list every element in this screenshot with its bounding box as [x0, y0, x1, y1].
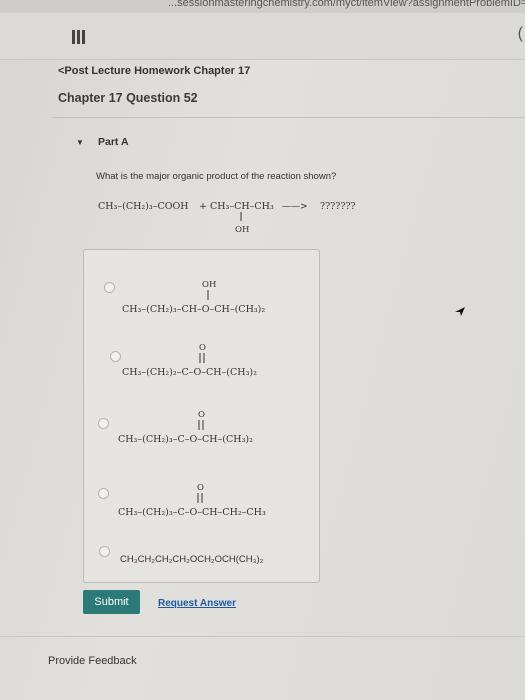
answer-choices-box: OH CH₃–(CH₂)₃–CH–O–CH–(CH₃)₂ O CH₃–(CH₂)… — [83, 249, 320, 583]
reactant-1: CH₃–(CH₂)₃–COOH — [98, 201, 189, 212]
header-right-glyph: ( — [517, 25, 523, 42]
divider — [52, 117, 525, 118]
provide-feedback-link[interactable]: Provide Feedback — [48, 655, 137, 667]
choice-5-radio[interactable] — [99, 546, 110, 557]
choice-2-structure[interactable]: O CH₃–(CH₂)₂–C–O–CH–(CH₃)₂ — [122, 341, 312, 385]
submit-button[interactable]: Submit — [83, 590, 140, 614]
reaction-equation: CH₃–(CH₂)₃–COOH + CH₃–CH–CH₃ OH ——> ????… — [98, 201, 356, 235]
choice-1-formula: CH₃–(CH₂)₃–CH–O–CH–(CH₃)₂ — [122, 304, 265, 315]
choice-4-structure[interactable]: O CH₃–(CH₂)₃–C–O–CH–CH₂–CH₃ — [118, 481, 314, 525]
divider — [0, 636, 525, 637]
choice-3-top-group: O — [198, 410, 205, 420]
choice-4-radio[interactable] — [98, 488, 109, 499]
choice-2-top-group: O — [199, 343, 206, 353]
hamburger-icon[interactable] — [72, 30, 86, 44]
question-text: What is the major organic product of the… — [96, 171, 337, 182]
part-label[interactable]: Part A — [98, 136, 129, 148]
choice-3-formula: CH₃–(CH₂)₃–C–O–CH–(CH₃)₂ — [118, 434, 253, 445]
reactant-2-substituent: OH — [235, 225, 249, 235]
request-answer-link[interactable]: Request Answer — [158, 598, 236, 609]
choice-1-radio[interactable] — [104, 282, 115, 293]
triangle-down-icon[interactable]: ▼ — [76, 138, 84, 147]
choice-1-top-group: OH — [202, 280, 216, 290]
choice-4-formula: CH₃–(CH₂)₃–C–O–CH–CH₂–CH₃ — [118, 507, 266, 518]
mouse-cursor-icon — [455, 307, 465, 316]
plus-sign: + — [199, 201, 207, 212]
choice-3-structure[interactable]: O CH₃–(CH₂)₃–C–O–CH–(CH₃)₂ — [118, 408, 308, 452]
browser-url-bar[interactable]: ...sessionmasteringchemistry.com/myct/it… — [0, 0, 525, 13]
choice-1-structure[interactable]: OH CH₃–(CH₂)₃–CH–O–CH–(CH₃)₂ — [122, 278, 312, 322]
choice-2-formula: CH₃–(CH₂)₂–C–O–CH–(CH₃)₂ — [122, 367, 257, 378]
choice-3-radio[interactable] — [98, 418, 109, 429]
screen: ...sessionmasteringchemistry.com/myct/it… — [0, 0, 525, 700]
back-to-assignment-link[interactable]: <Post Lecture Homework Chapter 17 — [58, 65, 250, 77]
unknown-product: ??????? — [320, 201, 356, 212]
choice-4-top-group: O — [197, 483, 204, 493]
app-header: ( — [0, 13, 525, 60]
url-text: ...sessionmasteringchemistry.com/myct/it… — [168, 0, 525, 9]
choice-5-formula: CH₃CH₂CH₂CH₂OCH₂OCH(CH₃)₂ — [120, 554, 264, 565]
reaction-arrow: ——> — [282, 202, 308, 212]
page-title: Chapter 17 Question 52 — [58, 91, 198, 105]
choice-2-radio[interactable] — [110, 351, 121, 362]
reactant-2: CH₃–CH–CH₃ — [210, 201, 274, 212]
choice-5-structure[interactable]: CH₃CH₂CH₂CH₂OCH₂OCH(CH₃)₂ — [120, 548, 316, 568]
